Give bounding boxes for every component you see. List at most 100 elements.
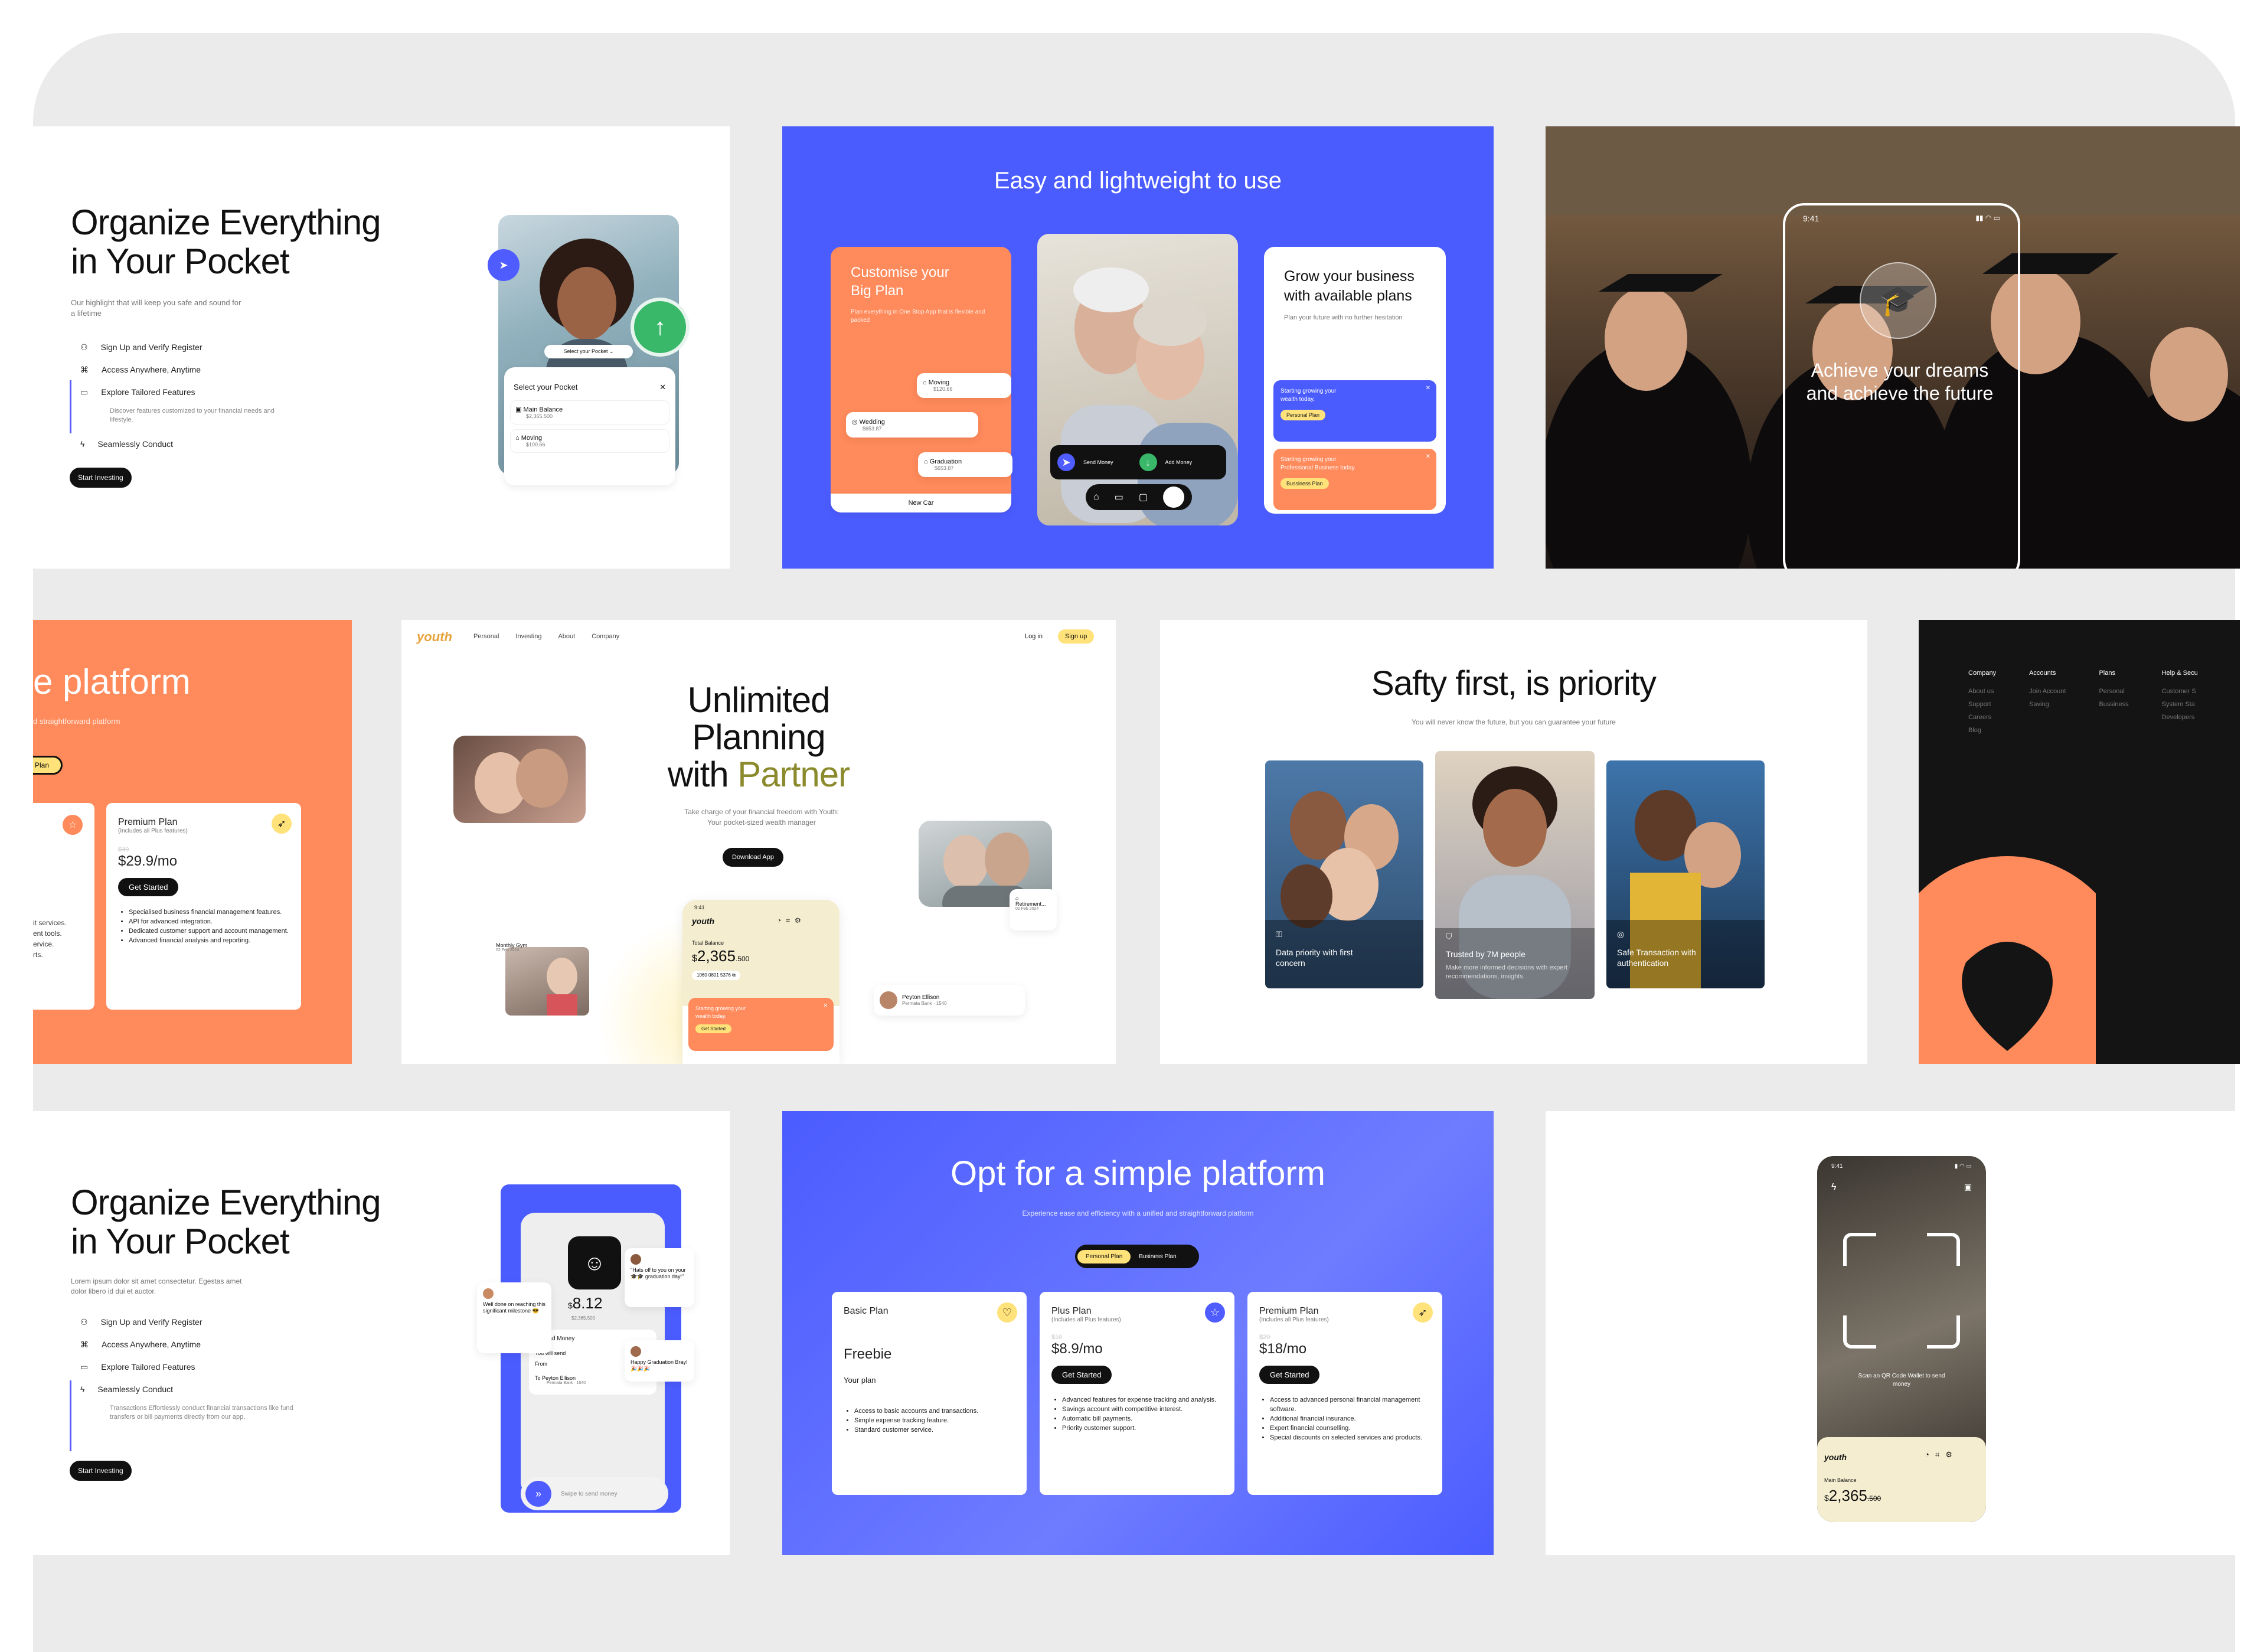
promo-get-started-button[interactable]: Get Started bbox=[695, 1024, 731, 1034]
close-icon[interactable]: ✕ bbox=[1426, 453, 1430, 460]
footer-link[interactable]: System Sta bbox=[2162, 698, 2198, 711]
plan-price: $18/mo bbox=[1259, 1341, 1307, 1357]
your-plan-label[interactable]: Your plan bbox=[844, 1371, 876, 1389]
toggle-business[interactable]: Business Plan bbox=[1131, 1250, 1184, 1264]
get-started-button[interactable]: Get Started bbox=[118, 878, 179, 896]
plan-name: Basic Plan bbox=[844, 1306, 888, 1316]
feature-item[interactable]: ⌘ Access Anywhere, Anytime bbox=[80, 1333, 299, 1356]
chat-bubble: Well done on reaching this significant m… bbox=[477, 1282, 551, 1353]
send-money-label[interactable]: Send Money bbox=[1083, 459, 1113, 465]
business-plan-button[interactable]: Bussiness Plan bbox=[1281, 478, 1329, 489]
nav-personal[interactable]: Personal bbox=[473, 633, 499, 640]
balance-amount: $2,365.500 bbox=[692, 947, 750, 965]
plan-item[interactable]: ⌂ Graduation $653.87 bbox=[918, 452, 1012, 477]
footer-link[interactable]: Support bbox=[1968, 698, 1996, 711]
feature-item[interactable]: ⚇ Sign Up and Verify Register bbox=[80, 336, 299, 358]
plan-item[interactable]: ⌂ Moving $120.66 bbox=[917, 373, 1011, 398]
start-investing-button[interactable]: Start Investing bbox=[70, 468, 132, 488]
plan-item[interactable]: ◎ Wedding $653.87 bbox=[846, 412, 978, 438]
get-started-button[interactable]: Get Started bbox=[1259, 1366, 1320, 1384]
personal-plan-box: Starting growing your wealth today. Pers… bbox=[1273, 380, 1436, 442]
bell-icon[interactable]: ◔ bbox=[777, 916, 781, 925]
bottom-nav: ⌂ ▭ ▢ bbox=[1086, 484, 1192, 510]
recipient-chip[interactable]: Peyton Ellison Permata Bank · 1540 bbox=[874, 985, 1025, 1016]
plan-note: (Includes all Plus features) bbox=[118, 828, 188, 834]
footer-link[interactable]: Personal bbox=[2099, 685, 2128, 698]
close-icon[interactable]: ✕ bbox=[1426, 385, 1430, 391]
download-app-button[interactable]: Download App bbox=[723, 848, 783, 867]
download-icon[interactable]: ↓ bbox=[1139, 453, 1157, 471]
big-plan-subtitle: Plan everything in One Stop App that is … bbox=[851, 309, 985, 324]
settings-icon[interactable]: ⚙ bbox=[795, 916, 801, 925]
swipe-to-send[interactable]: » Swipe to send money bbox=[521, 1477, 668, 1510]
chevron-right-icon[interactable]: » bbox=[525, 1481, 551, 1507]
add-money-label[interactable]: Add Money bbox=[1165, 459, 1193, 465]
bell-icon[interactable]: ◔ bbox=[1925, 1450, 1929, 1460]
old-price: $20 bbox=[1259, 1334, 1270, 1341]
personal-plan-button[interactable]: Personal Plan bbox=[1281, 410, 1326, 420]
footer-link[interactable]: Careers bbox=[1968, 711, 1996, 724]
scan-icon[interactable]: ⌗ bbox=[1935, 1450, 1939, 1460]
send-icon[interactable]: ➤ bbox=[1057, 453, 1075, 471]
rocket-icon: ➶ bbox=[1413, 1302, 1433, 1323]
shield-icon: ⛉ bbox=[1446, 932, 1452, 941]
footer-link[interactable]: Saving bbox=[2029, 698, 2066, 711]
footer-link[interactable]: About us bbox=[1968, 685, 1996, 698]
pocket-row[interactable]: ⌂ Moving $100.66 bbox=[510, 429, 669, 453]
feature-item[interactable]: ▭ Explore Tailored Features bbox=[80, 1356, 299, 1378]
card-icon[interactable]: ▭ bbox=[1115, 491, 1123, 503]
business-subtitle: Plan your future with no further hesitat… bbox=[1284, 314, 1403, 321]
footer-link[interactable]: Blog bbox=[1968, 724, 1996, 737]
arrow-up-icon[interactable]: ↑ bbox=[631, 298, 690, 357]
get-started-button[interactable]: Get Started bbox=[1051, 1366, 1112, 1384]
account-number[interactable]: 1060 0801 5376 ⧉ bbox=[692, 971, 740, 980]
youth-logo[interactable]: youth bbox=[417, 629, 452, 645]
wallet-icon[interactable]: ▢ bbox=[1139, 491, 1148, 503]
feature-item[interactable]: ⌘ Access Anywhere, Anytime bbox=[80, 358, 299, 381]
card1-subtitle: Our highlight that will keep you safe an… bbox=[71, 298, 241, 318]
close-icon[interactable]: ✕ bbox=[659, 383, 666, 392]
start-investing-button[interactable]: Start Investing bbox=[70, 1461, 132, 1481]
nav-company[interactable]: Company bbox=[592, 633, 619, 640]
nav-investing[interactable]: Investing bbox=[515, 633, 541, 640]
scan-icon[interactable]: ⌗ bbox=[786, 916, 790, 925]
feature-item[interactable]: ▭ Explore Tailored Features bbox=[80, 381, 299, 403]
bolt-icon: ϟ bbox=[80, 1385, 85, 1394]
hero-subtitle: Take charge of your financial freedom wi… bbox=[684, 808, 839, 827]
plus-plan-bullets-partial: it services. ent tools. ervice. rts. bbox=[33, 919, 67, 959]
plan-toggle[interactable]: Plan bbox=[33, 756, 63, 775]
plan-bullets: Access to advanced personal financial ma… bbox=[1259, 1396, 1430, 1443]
feature-item[interactable]: ϟ Seamlessly Conduct bbox=[80, 1378, 299, 1400]
home-icon[interactable]: ⌂ bbox=[1093, 492, 1099, 502]
footer-link[interactable]: Customer S bbox=[2162, 685, 2198, 698]
pocket-dropdown[interactable]: Select your Pocket ⌄ bbox=[544, 345, 633, 358]
footer-col-company: Company About us Support Careers Blog bbox=[1968, 670, 1996, 737]
footer-link[interactable]: Bussiness bbox=[2099, 698, 2128, 711]
qr-frame bbox=[1843, 1233, 1960, 1349]
footer-link[interactable]: Developers bbox=[2162, 711, 2198, 724]
pocket-row[interactable]: ▣ Main Balance $2,365.500 bbox=[510, 400, 669, 425]
footer-link[interactable]: Join Account bbox=[2029, 685, 2066, 698]
card-pricing-partial: e platform d straightforward platform Pl… bbox=[33, 620, 352, 1064]
login-link[interactable]: Log in bbox=[1025, 633, 1043, 640]
hero-phone: 9:41 youth ◔ ⌗ ⚙ Total Balance $2,365.500 … bbox=[682, 900, 839, 1064]
safety-title: Safty first, is priority bbox=[1371, 664, 1657, 703]
nav-about[interactable]: About bbox=[558, 633, 575, 640]
send-icon[interactable]: ➤ bbox=[488, 249, 520, 281]
profile-icon[interactable] bbox=[1162, 487, 1184, 508]
toggle-personal[interactable]: Personal Plan bbox=[1077, 1249, 1131, 1264]
gallery-icon[interactable]: ▣ bbox=[1964, 1182, 1972, 1192]
retirement-chip[interactable]: ⌂ Retirement... 02 Feb 2024 bbox=[1010, 889, 1057, 931]
app-logo: youth bbox=[1824, 1452, 1847, 1462]
settings-icon[interactable]: ⚙ bbox=[1945, 1450, 1952, 1460]
scan-instruction: Scan an QR Code Wallet to send money bbox=[1858, 1373, 1945, 1387]
feature-item[interactable]: ⚇ Sign Up and Verify Register bbox=[80, 1311, 299, 1333]
close-icon[interactable]: ✕ bbox=[823, 1003, 828, 1009]
signup-button[interactable]: Sign up bbox=[1058, 629, 1095, 644]
plan-item[interactable]: New Car bbox=[831, 494, 1011, 512]
feature-item[interactable]: ϟ Seamlessly Conduct bbox=[80, 433, 299, 455]
globe-icon: ⌘ bbox=[80, 1339, 89, 1349]
plan-name: Plus Plan bbox=[1051, 1306, 1092, 1316]
feature-description: Transactions Effortlessly conduct financ… bbox=[110, 1405, 293, 1421]
flash-icon[interactable]: ϟ bbox=[1831, 1182, 1836, 1193]
